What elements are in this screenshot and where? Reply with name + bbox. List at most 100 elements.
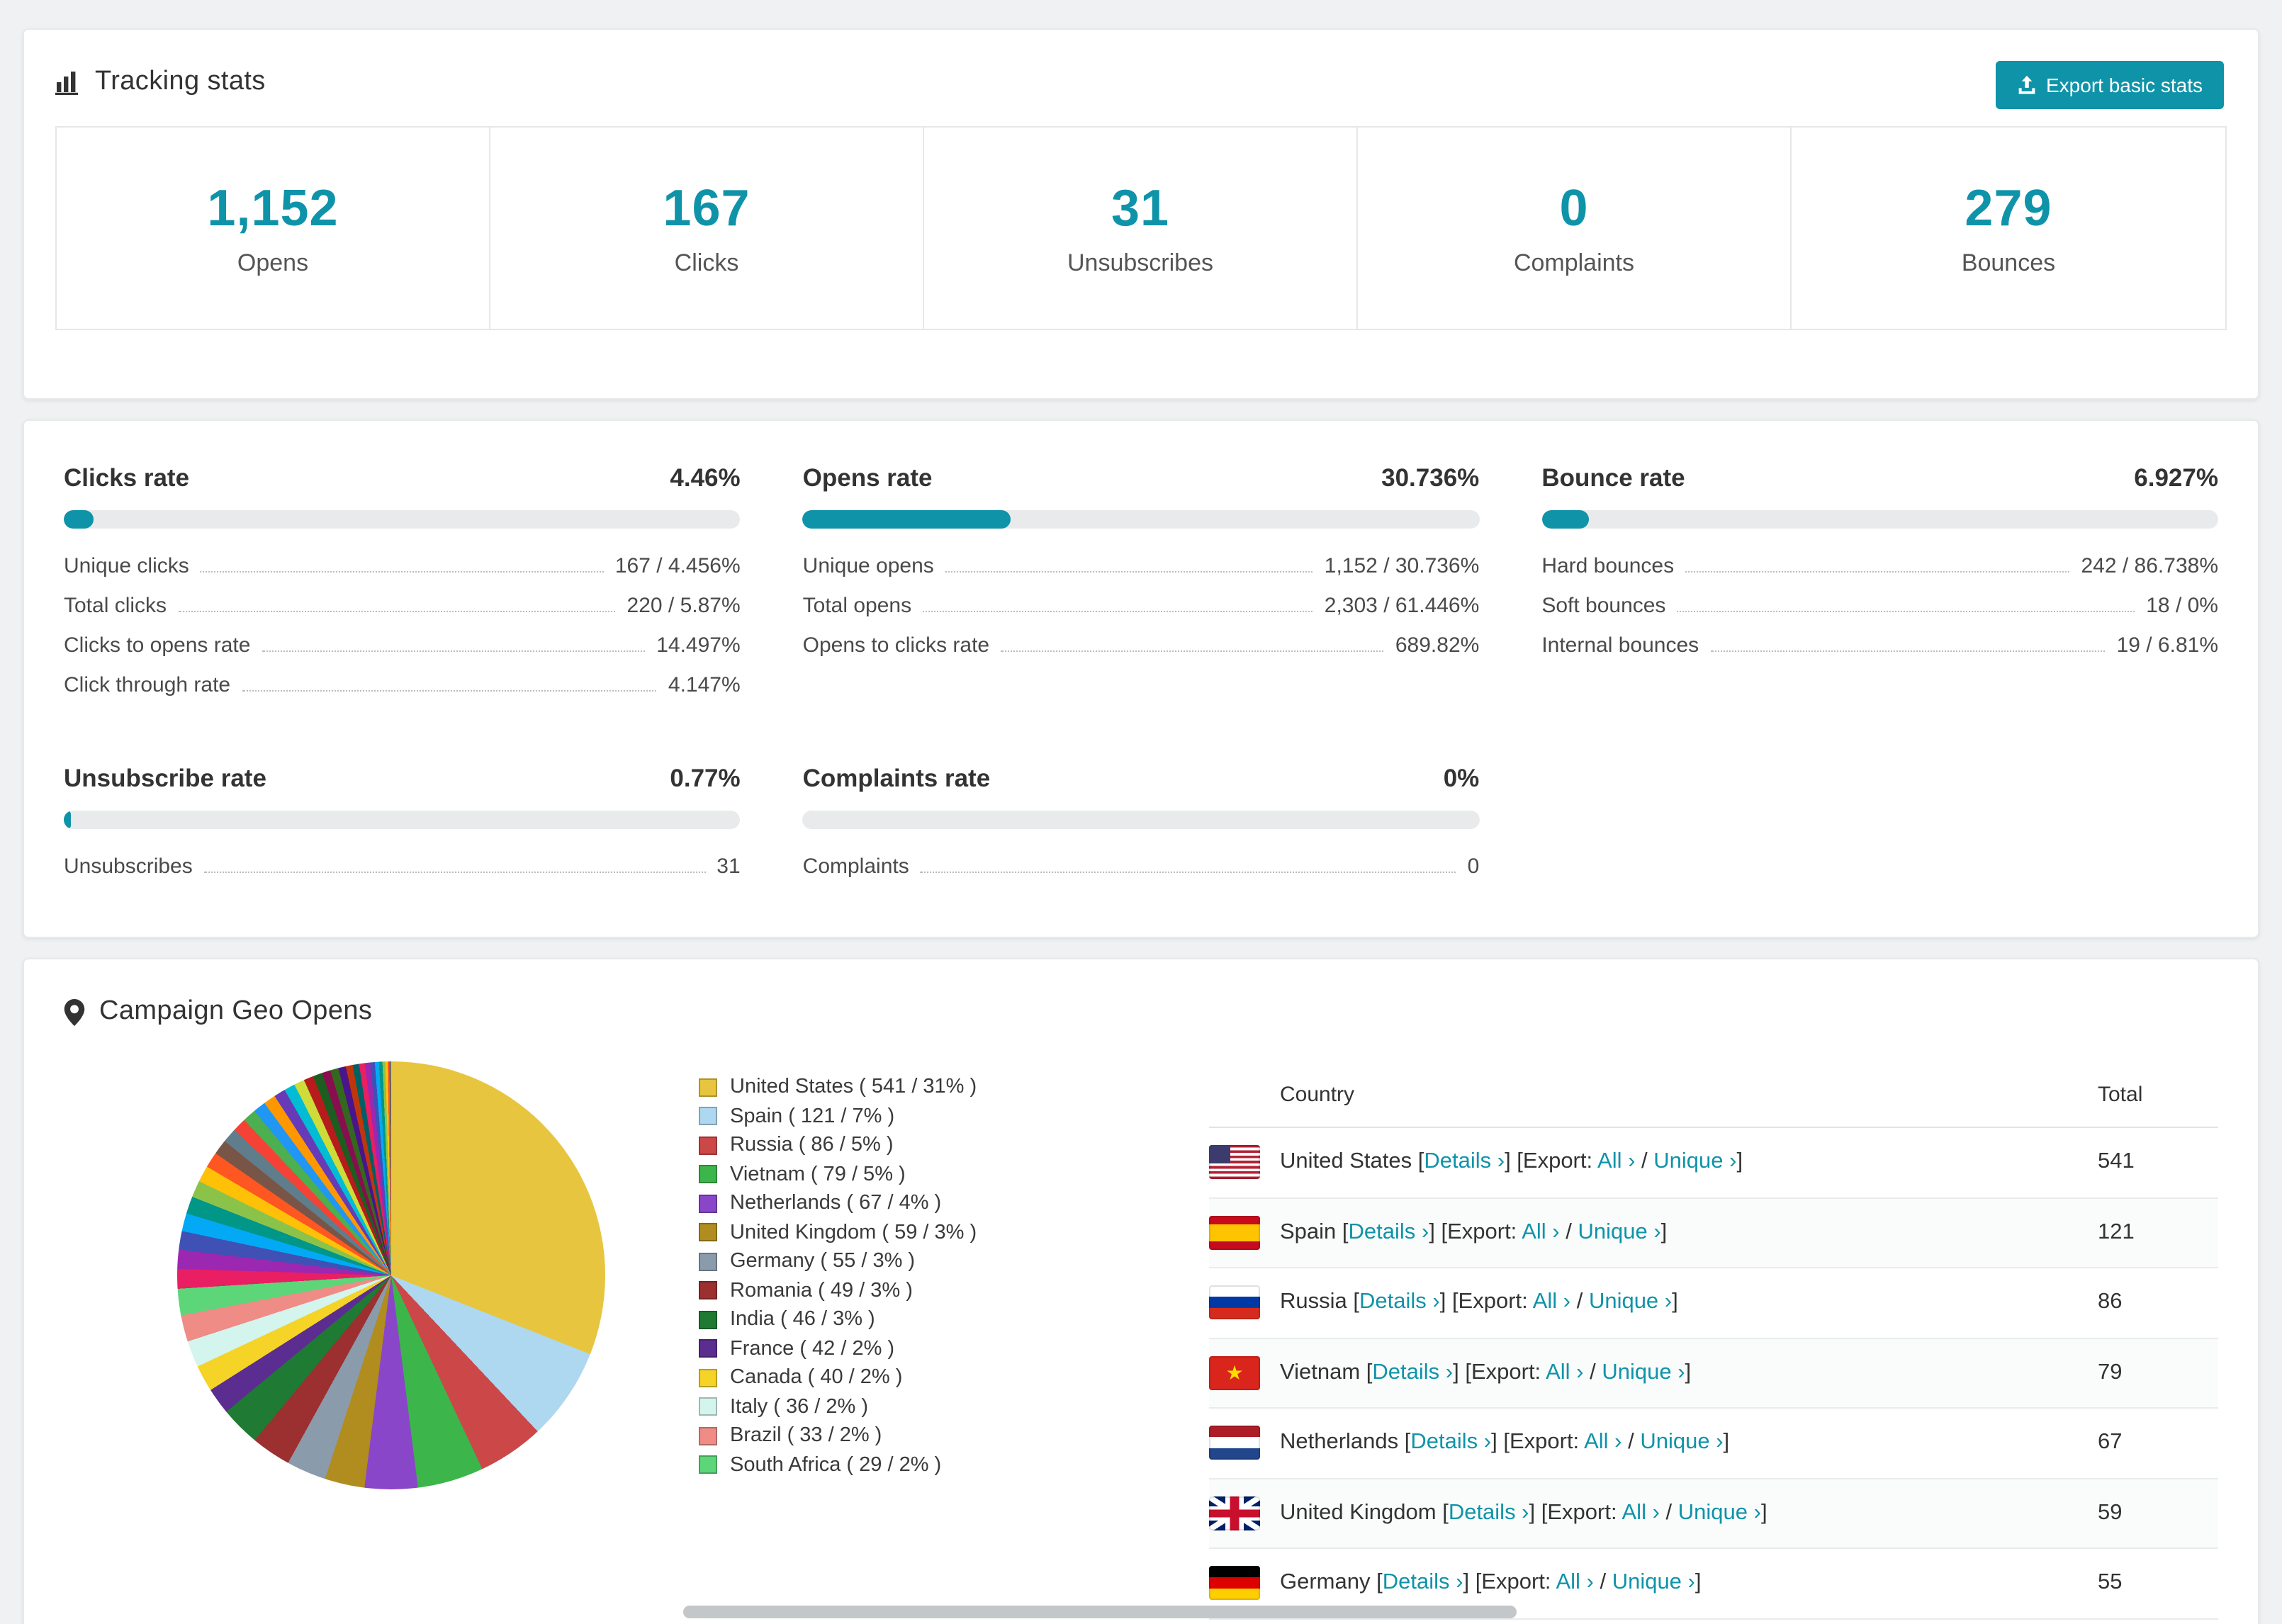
dotted-leader [1677, 610, 2135, 611]
legend-label: Brazil ( 33 / 2% ) [730, 1424, 882, 1448]
bar-chart-icon [55, 69, 81, 95]
details-link[interactable]: Details › [1349, 1220, 1429, 1244]
dotted-leader [200, 570, 604, 572]
geo-title: Campaign Geo Opens [99, 996, 373, 1026]
rate-rows: Unique clicks 167 / 4.456% Total clicks 220… [64, 546, 741, 704]
header-total: Total [2098, 1082, 2143, 1106]
legend-swatch [699, 1426, 717, 1445]
detail-value: 1,152 / 30.736% [1324, 553, 1480, 577]
legend-swatch [699, 1252, 717, 1271]
legend-item: India ( 46 / 3% ) [699, 1305, 1195, 1334]
stat-value: 279 [1965, 179, 2052, 237]
detail-row: Unique opens 1,152 / 30.736% [803, 546, 1480, 585]
ru-flag-icon [1209, 1285, 1260, 1320]
details-link[interactable]: Details › [1410, 1431, 1491, 1455]
static-text: / [1559, 1219, 1578, 1244]
export-all-link[interactable]: All › [1597, 1150, 1635, 1174]
stat-box-unsubscribes: 31 Unsubscribes [924, 128, 1358, 329]
country-cell: Netherlands [Details ›] [Export: All › /… [1280, 1431, 2098, 1456]
geo-table-header: Country Total [1209, 1061, 2218, 1128]
progress-bar [64, 811, 741, 829]
detail-label: Total clicks [64, 593, 167, 617]
stat-value: 0 [1559, 179, 1589, 237]
legend-label: Russia ( 86 / 5% ) [730, 1134, 894, 1157]
detail-label: Complaints [802, 854, 909, 878]
table-row: Russia [Details ›] [Export: All › / Uniq… [1209, 1268, 2218, 1338]
detail-label: Total opens [802, 593, 912, 617]
geo-content: United States ( 541 / 31% ) Spain ( 121 /… [64, 1061, 2218, 1619]
country-cell: United Kingdom [Details ›] [Export: All … [1280, 1501, 2098, 1526]
export-all-link[interactable]: All › [1533, 1290, 1570, 1314]
country-cell: Vietnam [Details ›] [Export: All › / Uni… [1280, 1360, 2098, 1386]
progress-fill [802, 510, 1011, 529]
dotted-leader [178, 610, 616, 611]
rate-head: Clicks rate 4.46% [64, 463, 741, 493]
legend-label: Netherlands ( 67 / 4% ) [730, 1192, 942, 1215]
rate-value: 30.736% [1381, 463, 1480, 492]
legend-label: South Africa ( 29 / 2% ) [730, 1453, 942, 1477]
detail-label: Unsubscribes [64, 854, 193, 878]
rate-head: Bounce rate 6.927% [1541, 463, 2218, 493]
export-unique-link[interactable]: Unique › [1678, 1501, 1761, 1525]
export-unique-link[interactable]: Unique › [1640, 1431, 1723, 1455]
stat-label: Bounces [1961, 249, 2056, 276]
rate-rows: Unique opens 1,152 / 30.736% Total opens 2,… [803, 546, 1480, 665]
detail-value: 18 / 0% [2146, 593, 2218, 617]
es-flag-icon [1209, 1215, 1260, 1250]
detail-label: Unique clicks [64, 553, 189, 577]
legend-label: India ( 46 / 3% ) [730, 1308, 875, 1331]
de-flag-icon [1209, 1566, 1260, 1601]
stat-label: Unsubscribes [1067, 249, 1213, 276]
detail-row: Soft bounces 18 / 0% [1541, 585, 2218, 625]
rate-title: Bounce rate [1541, 463, 1685, 492]
static-text: / [1621, 1430, 1641, 1455]
export-unique-link[interactable]: Unique › [1653, 1150, 1736, 1174]
horizontal-scrollbar[interactable] [683, 1606, 1517, 1618]
static-text: ] [1672, 1290, 1678, 1314]
progress-bar [802, 510, 1480, 529]
stat-value: 167 [663, 179, 751, 237]
detail-row: Internal bounces 19 / 6.81% [1541, 625, 2218, 665]
detail-label: Click through rate [64, 672, 231, 697]
export-unique-link[interactable]: Unique › [1602, 1360, 1685, 1385]
static-text: / [1570, 1290, 1589, 1314]
stats-row: 1,152 Opens 167 Clicks 31 Unsubscribes 0 Compla… [55, 126, 2227, 330]
detail-value: 19 / 6.81% [2116, 633, 2218, 657]
tracking-stats-header: Tracking stats Export basic stats [55, 61, 2227, 109]
details-link[interactable]: Details › [1449, 1501, 1529, 1525]
export-all-link[interactable]: All › [1546, 1360, 1583, 1385]
detail-row: Clicks to opens rate 14.497% [64, 625, 741, 665]
detail-row: Unsubscribes 31 [64, 846, 741, 886]
detail-label: Unique opens [802, 553, 934, 577]
country-total: 79 [2098, 1360, 2123, 1385]
legend-item: Brazil ( 33 / 2% ) [699, 1421, 1195, 1450]
export-unique-link[interactable]: Unique › [1578, 1220, 1660, 1244]
export-all-link[interactable]: All › [1622, 1501, 1660, 1525]
static-text: ] [Export: [1463, 1570, 1556, 1595]
export-all-link[interactable]: All › [1522, 1220, 1559, 1244]
export-all-link[interactable]: All › [1584, 1431, 1621, 1455]
legend-swatch [699, 1339, 717, 1358]
export-basic-stats-button[interactable]: Export basic stats [1995, 61, 2224, 109]
geo-table: Country Total United States [Details ›] … [1209, 1061, 2218, 1619]
static-text: ] [1685, 1360, 1692, 1385]
export-unique-link[interactable]: Unique › [1589, 1290, 1672, 1314]
details-link[interactable]: Details › [1359, 1290, 1440, 1314]
static-text: ] [Export: [1505, 1149, 1598, 1174]
rate-block: Complaints rate 0% Complaints 0 [802, 764, 1480, 886]
legend-item: Romania ( 49 / 3% ) [699, 1276, 1195, 1305]
detail-value: 31 [716, 854, 741, 878]
details-link[interactable]: Details › [1372, 1360, 1453, 1385]
detail-value: 220 / 5.87% [626, 593, 741, 617]
export-all-link[interactable]: All › [1556, 1571, 1593, 1595]
static-text: ] [Export: [1439, 1290, 1533, 1314]
geo-header: Campaign Geo Opens [64, 996, 2218, 1027]
details-link[interactable]: Details › [1424, 1150, 1505, 1174]
country-total: 121 [2098, 1219, 2135, 1244]
rate-value: 6.927% [2134, 463, 2218, 492]
static-text: ] [Export: [1429, 1219, 1522, 1244]
details-link[interactable]: Details › [1383, 1571, 1463, 1595]
legend-item: South Africa ( 29 / 2% ) [699, 1450, 1195, 1479]
legend-item: Germany ( 55 / 3% ) [699, 1247, 1195, 1276]
export-unique-link[interactable]: Unique › [1612, 1571, 1695, 1595]
